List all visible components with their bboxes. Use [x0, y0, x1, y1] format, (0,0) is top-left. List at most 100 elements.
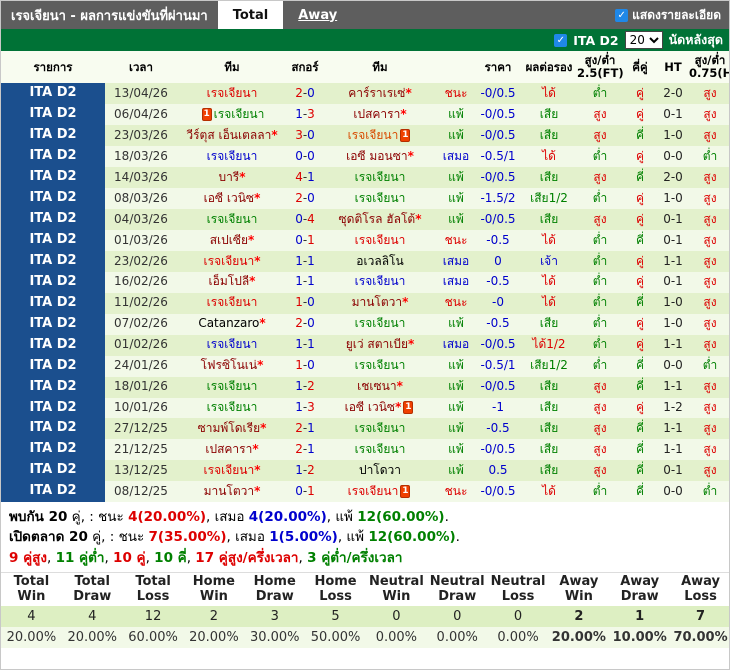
away-team-cell: เรจเจียนา 1 — [323, 481, 437, 502]
away-team-cell: อเวลลิโน — [323, 251, 437, 272]
handicap-result-cell: เสีย — [521, 418, 577, 439]
over-under-075-text: ต่ำ — [702, 483, 718, 498]
summary-segment: คู่, : ชนะ — [67, 509, 129, 526]
price-cell: -0/0.5 — [480, 379, 516, 394]
handicap-result-text: ได้ — [542, 232, 556, 247]
show-details-toggle[interactable]: ✓ แสดงรายละเอียด — [615, 1, 729, 29]
home-score: 1 — [295, 462, 303, 477]
tab-away-label: Away — [298, 7, 338, 23]
over-under-25-cell: สูง — [577, 398, 623, 419]
score-cell: 1-1 — [287, 251, 323, 272]
team-name: เรจเจียนา — [347, 127, 399, 142]
red-card-icon: 1 — [400, 484, 411, 498]
over-under-075-cell: สูง — [689, 460, 729, 481]
result-cell: แพ้ — [437, 188, 475, 209]
league-cell: ITA D2 — [1, 376, 105, 398]
score-cell: 3-0 — [287, 125, 323, 146]
home-team-cell: เรจเจียนา — [177, 209, 287, 230]
home-team-cell: เรจเจียนา* — [177, 251, 287, 272]
stats-percent-10: 10.00% — [609, 627, 671, 649]
over-under-075-cell: สูง — [689, 418, 729, 439]
away-team-cell: เรจเจียนา — [323, 314, 437, 335]
summary-segment: , แพ้ — [337, 529, 369, 546]
result-cell: แพ้ — [437, 125, 475, 146]
price-cell: -0/0.5 — [480, 483, 516, 498]
team-name: เรจเจียนา — [206, 379, 258, 394]
match-row: ITA D2 23/02/26 เรจเจียนา* 1-1 อเวลลิโน เสมอ 0… — [1, 250, 729, 272]
ht-score-cell: 1-0 — [663, 316, 683, 331]
over-under-25-cell: สูง — [577, 104, 623, 125]
summary-segment: , เสมอ — [206, 509, 249, 526]
home-team-cell: 1 เรจเจียนา — [177, 104, 287, 125]
team-name: เรจเจียนา — [206, 400, 258, 415]
team-name: เรจเจียนา — [354, 421, 406, 435]
price-cell: -0/0.5 — [480, 337, 516, 352]
odd-even-text: คี่ — [635, 379, 645, 394]
away-team-cell: ปาโดวา — [323, 460, 437, 481]
summary-segment: เปิดตลาด — [9, 529, 70, 546]
ht-score-cell: 1-1 — [663, 441, 683, 456]
ht-score-cell: 0-1 — [663, 274, 683, 289]
price-cell: -0/0.5 — [480, 86, 516, 100]
league-cell: ITA D2 — [1, 481, 105, 503]
handicap-result-cell: ได้ — [521, 230, 577, 251]
match-row: ITA D2 13/12/25 เรจเจียนา* 1-2 ปาโดวา แพ้ 0.5 เ… — [1, 460, 729, 482]
result-cell: แพ้ — [437, 377, 475, 398]
result-text: แพ้ — [448, 441, 464, 456]
home-team-cell: ซามพ์โดเรีย* — [177, 418, 287, 439]
price-cell: -0/0.5 — [480, 169, 516, 184]
score-cell: 0-1 — [287, 481, 323, 502]
away-team-cell: คาร์ราเรเซ่* — [323, 83, 437, 104]
over-under-25-cell: สูง — [577, 377, 623, 398]
away-team-cell: เชเซนา* — [323, 377, 437, 398]
handicap-result-cell: เสีย — [521, 439, 577, 460]
match-count-select[interactable]: 20 — [624, 31, 663, 49]
stats-percent-0: 20.00% — [1, 627, 62, 649]
over-under-25-cell: ต่ำ — [577, 481, 623, 502]
team-name: เอซี มอนซา — [346, 148, 408, 163]
summary-line-2: เปิดตลาด 20 คู่, : ชนะ 7(35.00%), เสมอ 1… — [9, 527, 721, 547]
stats-header-5: Home Loss — [305, 572, 366, 607]
ht-score-cell: 2-0 — [663, 86, 683, 100]
team-name: เปสคารา — [205, 441, 253, 456]
column-header-4: ทีม — [323, 51, 437, 84]
star-marker: * — [254, 462, 261, 477]
ht-score-cell: 0-1 — [663, 211, 683, 226]
over-under-075-text: สูง — [703, 295, 717, 310]
over-under-075-text: สูง — [703, 127, 717, 142]
ht-score-cell: 0-0 — [663, 148, 683, 163]
star-marker: * — [252, 441, 259, 456]
over-under-075-text: สูง — [703, 190, 717, 205]
match-row: ITA D2 14/03/26 บารี* 4-1 เรจเจียนา แพ้ -0/0.5… — [1, 167, 729, 189]
result-cell: แพ้ — [437, 398, 475, 419]
home-score: 0 — [295, 232, 303, 247]
team-name: คาร์ราเรเซ่ — [348, 86, 406, 100]
details-checkbox[interactable]: ✓ — [615, 8, 629, 22]
tab-total[interactable]: Total — [217, 1, 284, 29]
league-cell: ITA D2 — [1, 250, 105, 272]
star-marker: * — [271, 127, 278, 142]
handicap-result-text: เสีย — [539, 211, 559, 226]
handicap-result-cell: เสีย — [521, 104, 577, 125]
date-cell: 08/03/26 — [114, 190, 168, 205]
home-score: 0 — [295, 148, 303, 163]
league-checkbox[interactable]: ✓ — [554, 33, 568, 47]
over-under-25-text: ต่ำ — [592, 253, 608, 268]
match-table-header: รายการ เวลา ทีม สกอร์ ทีม ราคา ผลต่อรอง สูง/ต่ำ… — [1, 51, 729, 84]
handicap-result-text: เสีย — [539, 379, 559, 394]
away-score: 1 — [307, 232, 315, 247]
score-cell: 0-0 — [287, 146, 323, 167]
odd-even-text: คี่ — [635, 441, 645, 456]
odd-even-text: คู่ — [635, 337, 645, 352]
league-cell: ITA D2 — [1, 334, 105, 356]
summary-segment: 12(60.00%) — [368, 529, 456, 546]
stats-count-3: 2 — [183, 606, 245, 628]
tab-away[interactable]: Away — [283, 1, 352, 29]
summary-segment: คู่สูง/ครึ่งเวลา — [214, 549, 299, 566]
odd-even-text: คี่ — [635, 169, 645, 184]
home-team-cell: เอ็มโปลี* — [177, 272, 287, 293]
over-under-075-text: สูง — [703, 86, 717, 100]
odd-even-cell: คี่ — [623, 356, 657, 377]
home-score: 1 — [295, 295, 303, 310]
star-marker: * — [254, 483, 261, 498]
